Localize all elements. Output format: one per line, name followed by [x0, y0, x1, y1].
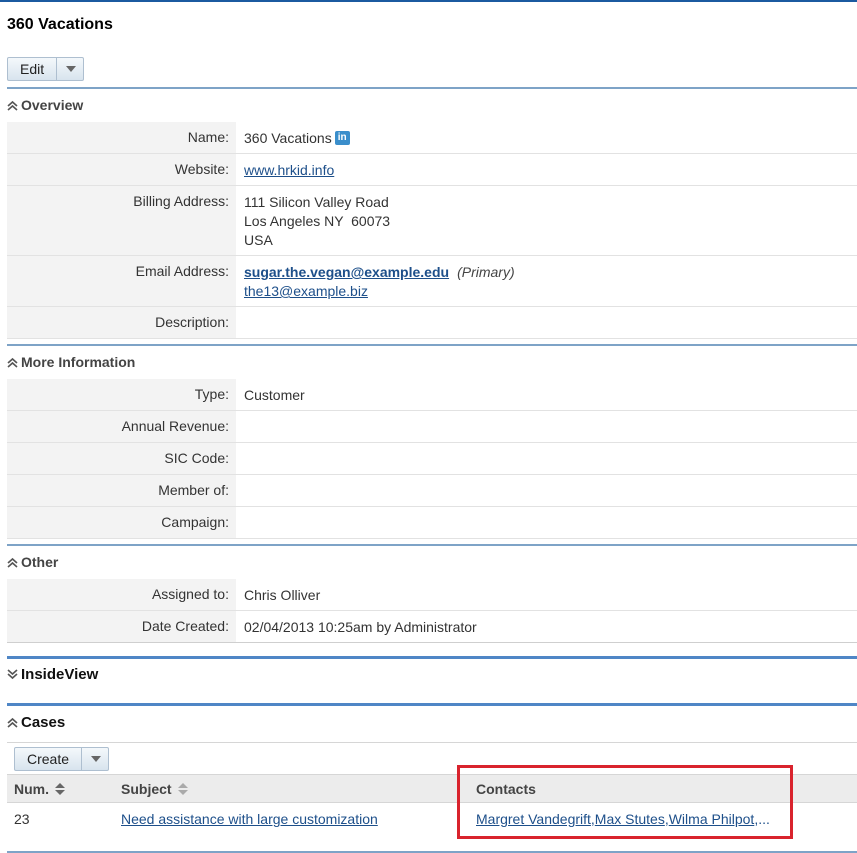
billing-line2: Los Angeles NY 60073	[244, 213, 391, 229]
revenue-label: Annual Revenue:	[121, 418, 229, 434]
more-info-divider	[7, 344, 857, 346]
overview-toggle[interactable]: Overview	[7, 97, 83, 113]
sic-label: SIC Code:	[164, 450, 229, 466]
highlight-box	[457, 765, 793, 839]
assigned-value: Chris Olliver	[244, 587, 321, 603]
edit-dropdown-icon[interactable]	[56, 58, 83, 80]
created-row: Date Created: 02/04/2013 10:25am by Admi…	[7, 611, 857, 643]
name-value: 360 Vacations	[244, 130, 332, 146]
create-button[interactable]: Create	[15, 748, 81, 770]
primary-tag: (Primary)	[457, 264, 515, 280]
page-title: 360 Vacations	[7, 16, 113, 33]
other-divider	[7, 544, 857, 546]
other-header: Other	[21, 554, 59, 570]
chevron-down-icon	[7, 669, 18, 680]
linkedin-icon[interactable]: in	[334, 131, 350, 145]
chevron-up-icon	[7, 557, 18, 568]
name-label: Name:	[187, 129, 229, 145]
primary-email-link[interactable]: sugar.the.vegan@example.edu	[244, 264, 449, 280]
email-row: Email Address: sugar.the.vegan@example.e…	[7, 256, 857, 307]
website-label: Website:	[174, 161, 229, 177]
created-label: Date Created:	[141, 618, 229, 634]
insideview-toggle[interactable]: InsideView	[7, 666, 98, 683]
subject-column-header[interactable]: Subject	[121, 781, 188, 797]
num-column-label: Num.	[14, 781, 49, 797]
insideview-divider	[7, 656, 857, 659]
overview-header: Overview	[21, 97, 84, 113]
billing-row: Billing Address: 111 Silicon Valley Road…	[7, 186, 857, 256]
cases-divider	[7, 703, 857, 706]
sort-icon[interactable]	[177, 783, 188, 795]
top-border	[0, 0, 857, 2]
edit-button[interactable]: Edit	[8, 58, 56, 80]
member-label: Member of:	[158, 482, 229, 498]
description-label: Description:	[155, 314, 229, 330]
email-label: Email Address:	[135, 263, 229, 279]
insideview-header: InsideView	[21, 666, 99, 683]
cases-toggle[interactable]: Cases	[7, 714, 65, 731]
billing-line3: USA	[244, 232, 273, 248]
sic-row: SIC Code:	[7, 443, 857, 475]
edit-split-button: Edit	[7, 57, 85, 81]
create-split-button: Create	[14, 747, 110, 771]
type-label: Type:	[194, 386, 229, 402]
revenue-row: Annual Revenue:	[7, 411, 857, 443]
create-dropdown-icon[interactable]	[81, 748, 108, 770]
overview-divider	[7, 87, 857, 89]
website-link[interactable]: www.hrkid.info	[244, 162, 334, 178]
assigned-row: Assigned to: Chris Olliver	[7, 579, 857, 611]
more-info-toggle[interactable]: More Information	[7, 354, 135, 370]
cases-header: Cases	[21, 714, 66, 731]
type-row: Type: Customer	[7, 379, 857, 411]
chevron-up-icon	[7, 357, 18, 368]
more-info-header: More Information	[21, 354, 136, 370]
case-subject-link[interactable]: Need assistance with large customization	[121, 811, 378, 827]
case-number: 23	[14, 811, 30, 827]
billing-label: Billing Address:	[133, 193, 229, 209]
created-value: 02/04/2013 10:25am by Administrator	[244, 619, 477, 635]
secondary-email-link[interactable]: the13@example.biz	[244, 283, 368, 299]
campaign-label: Campaign:	[161, 514, 229, 530]
type-value: Customer	[244, 387, 305, 403]
campaign-row: Campaign:	[7, 507, 857, 539]
description-row: Description:	[7, 307, 857, 339]
chevron-up-icon	[7, 100, 18, 111]
cases-toolbar-divider	[7, 742, 857, 743]
num-column-header[interactable]: Num.	[14, 781, 65, 797]
assigned-label: Assigned to:	[151, 586, 229, 602]
member-row: Member of:	[7, 475, 857, 507]
billing-line1: 111 Silicon Valley Road	[244, 194, 389, 210]
other-toggle[interactable]: Other	[7, 554, 58, 570]
name-row: Name: 360 Vacations in	[7, 122, 857, 154]
sort-icon[interactable]	[55, 783, 65, 795]
chevron-up-icon	[7, 717, 18, 728]
subject-column-label: Subject	[121, 781, 172, 797]
website-row: Website: www.hrkid.info	[7, 154, 857, 186]
